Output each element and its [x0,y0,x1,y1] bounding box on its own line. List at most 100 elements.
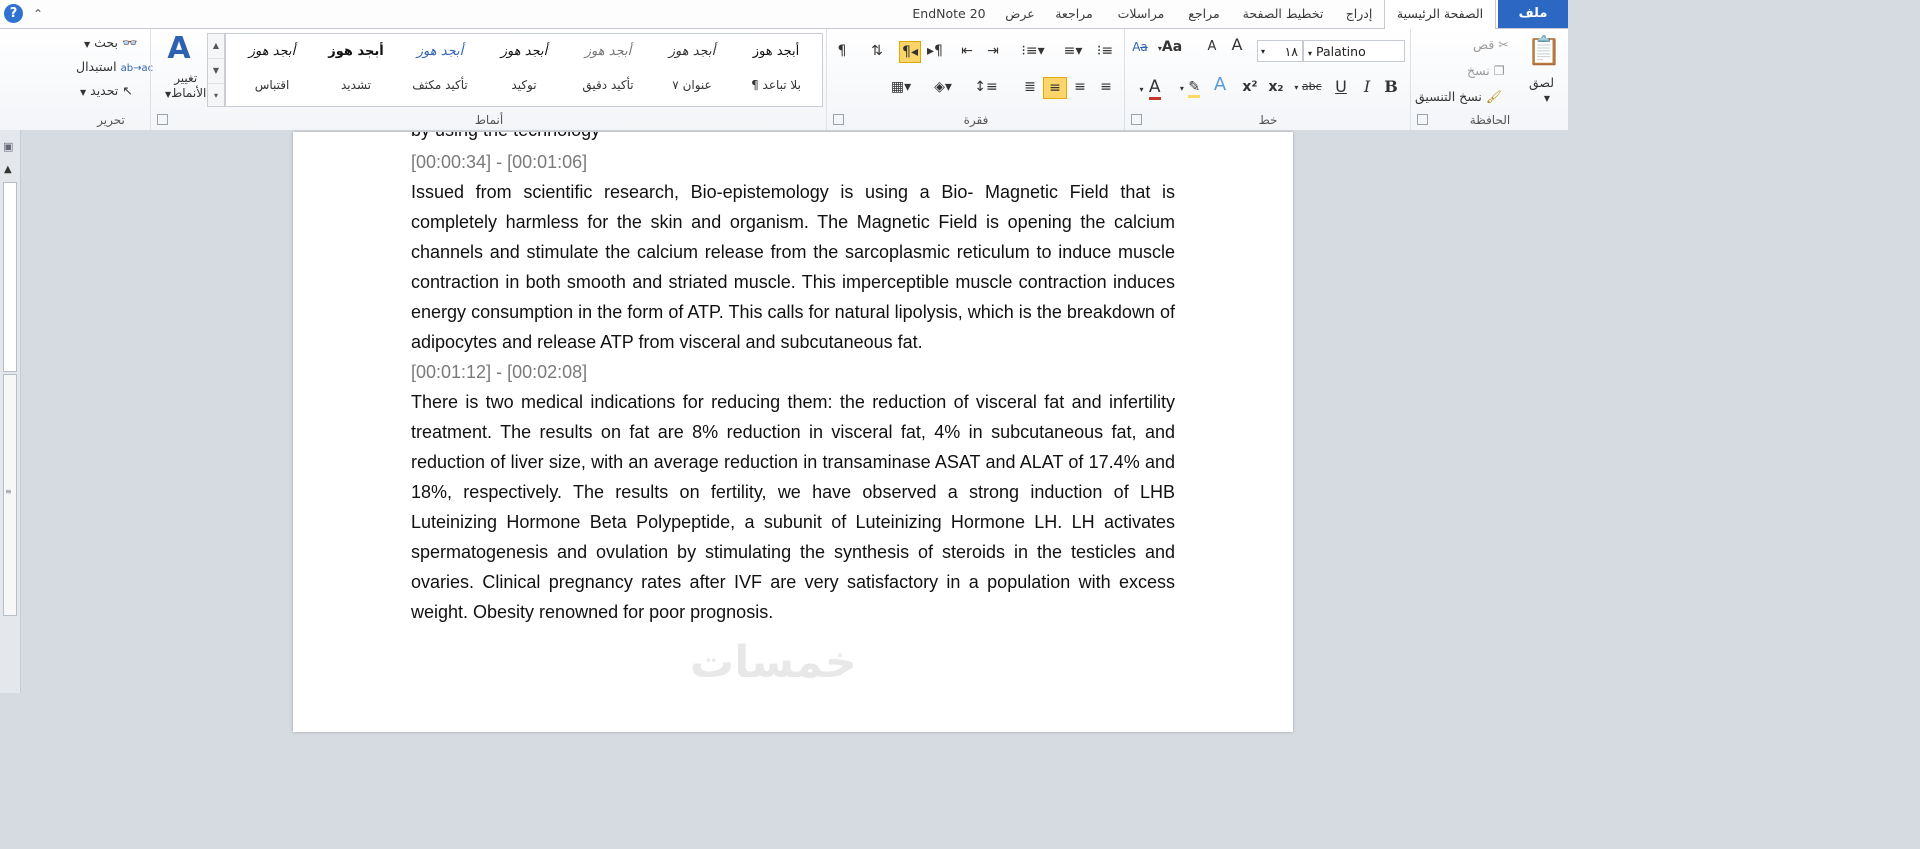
change-styles-icon[interactable]: A [159,31,199,67]
dropdown-arrow-icon: ▼ [84,40,91,49]
ruler-toggle-icon[interactable]: ▣ [3,140,13,153]
paragraph-dialog-launcher[interactable] [833,114,844,125]
font-group-label: خط [1258,113,1278,127]
change-case-button[interactable]: ▾Aa [1155,37,1185,59]
grow-font-icon[interactable]: A [1227,35,1247,55]
font-color-button[interactable]: ▾ A [1129,77,1171,100]
paste-dropdown-icon[interactable]: ▼ [1539,89,1555,109]
line-spacing-icon[interactable]: ↕≡ [971,77,1001,97]
subscript-icon[interactable]: x₂ [1265,77,1287,97]
borders-icon[interactable]: ▦▾ [889,77,913,97]
highlighter-icon: ✎ [1188,79,1201,98]
decrease-indent-icon[interactable]: ⇥ [983,41,1003,61]
sort-icon[interactable]: ⇅ [867,41,887,61]
select-button[interactable]: ▼ تحديد ↖ [80,81,133,103]
font-name-select[interactable]: ▾ Palatino [1303,40,1405,62]
styles-group-label: أنماط [474,113,504,127]
dropdown-arrow-icon: ▼ [80,88,87,97]
align-center-icon[interactable]: ≡ [1069,77,1091,97]
scissors-icon: ✂ [1498,37,1509,52]
highlight-button[interactable]: ▾ ✎ [1173,77,1207,99]
style-intense-emphasis[interactable]: أبجد هوز تأكيد مكثف [398,34,482,106]
paragraph-group-label: فقرة [963,113,989,127]
paragraph-1: Issued from scientific research, Bio-epi… [411,182,1175,352]
increase-indent-icon[interactable]: ⇤ [957,41,977,61]
style-emphasis[interactable]: أبجد هوز توكيد [482,34,566,106]
copy-icon: ❐ [1493,63,1505,78]
tab-insert[interactable]: إدراج [1338,0,1380,28]
tab-home[interactable]: الصفحة الرئيسية [1384,0,1496,29]
timestamp-1: [00:00:34] - [00:01:06] [411,152,588,172]
replace-icon: ab→ac [120,63,154,74]
superscript-icon[interactable]: x² [1239,77,1261,97]
tab-review[interactable]: مراجعة [1046,0,1102,28]
binoculars-icon: 👓 [121,35,138,50]
tab-endnote[interactable]: EndNote 20 [903,0,995,28]
ruler-top-margin [3,182,17,372]
strikethrough-button[interactable]: ▾ abc [1291,77,1325,98]
numbering-icon[interactable]: ≡▾ [1059,41,1087,61]
styles-gallery-scroll[interactable]: ▲ ▼ ▾ [207,33,225,107]
replace-button[interactable]: استبدال ab→ac [76,57,153,79]
change-styles-button[interactable]: تغيير ▼الأنماط [165,71,206,102]
shrink-font-icon[interactable]: A [1203,37,1221,57]
paragraph-2: There is two medical indications for red… [411,392,1175,622]
watermark-logo: خمسات [690,637,857,688]
style-heading-7[interactable]: أبجد هوز عنوان ٧ [650,34,734,106]
style-strong[interactable]: أبجد هوز تشديد [314,34,398,106]
show-marks-icon[interactable]: ¶ [833,41,851,61]
help-icon[interactable]: ? [4,4,23,23]
vertical-ruler[interactable]: ▣ ▲ ≡ [0,130,21,693]
find-button[interactable]: ▼ بحث 👓 [84,33,138,55]
tab-mailings[interactable]: مراسلات [1108,0,1174,28]
underline-icon[interactable]: U [1331,77,1351,97]
clipboard-group-label: الحافظة [1469,113,1511,127]
dropdown-arrow-icon: ▾ [1261,47,1266,56]
document-content[interactable]: by using the technology [00:00:34] - [00… [411,132,1175,627]
style-no-spacing[interactable]: أبجد هوز ¶ بلا تباعد [734,34,818,106]
dropdown-arrow-icon: ▾ [1179,84,1184,93]
font-group: Aa̶ ▾Aa A A ▾ ١٨ ▾ Palatino ▾ A ▾ ✎ A x²… [1124,29,1411,130]
align-left-icon[interactable]: ≡ [1095,77,1117,97]
font-dialog-launcher[interactable] [1131,114,1142,125]
editing-group-label: تحرير [97,113,125,127]
clear-formatting-icon[interactable]: Aa̶ [1129,37,1151,57]
paragraph-group: ¶ ⇅ ¶◂ ▸¶ ⇤ ⇥ ⁝≡▾ ≡▾ ⁝≡ ▦▾ ◈▾ ↕≡ ≣ ≡ ≡ ≡… [826,29,1125,130]
font-size-select[interactable]: ▾ ١٨ [1257,40,1303,62]
tab-view[interactable]: عرض [998,0,1042,28]
justify-icon[interactable]: ≣ [1019,77,1041,97]
dropdown-arrow-icon: ▾ [1294,83,1299,92]
gallery-down-icon[interactable]: ▼ [208,59,224,84]
editing-group: ▼ بحث 👓 استبدال ab→ac ▼ تحديد ↖ تحرير [72,29,153,130]
copy-button[interactable]: نسخ ❐ [1467,61,1505,81]
shading-icon[interactable]: ◈▾ [929,77,957,97]
gallery-up-icon[interactable]: ▲ [208,34,224,59]
format-painter-button[interactable]: نسخ التنسيق 🖌 [1415,87,1502,107]
style-quote[interactable]: أبجد هوز اقتباس [230,34,314,106]
tab-page-layout[interactable]: تخطيط الصفحة [1236,0,1330,28]
clipboard-dialog-launcher[interactable] [1417,114,1428,125]
text-effects-icon[interactable]: A [1209,75,1231,95]
minimize-ribbon-icon[interactable]: ⌃ [30,6,46,22]
multilevel-list-icon[interactable]: ⁝≡▾ [1017,41,1049,61]
gallery-more-icon[interactable]: ▾ [208,84,224,108]
bold-icon[interactable]: B [1381,77,1401,97]
scroll-up-icon[interactable]: ▲ [4,164,12,175]
dropdown-arrow-icon: ▾ [1308,49,1313,58]
tab-references[interactable]: مراجع [1180,0,1228,28]
clipboard-group: قص ✂ نسخ ❐ نسخ التنسيق 🖌 📋 لصق ▼ الحافظة [1410,29,1569,130]
style-subtle-emphasis[interactable]: أبجد هوز تأكيد دقيق [566,34,650,106]
dropdown-arrow-icon: ▾ [1139,85,1144,94]
styles-dialog-launcher[interactable] [157,114,168,125]
ltr-direction-icon[interactable]: ▸¶ [925,41,945,61]
ruler-scroll-thumb[interactable]: ≡ [3,374,17,616]
partial-line: by using the technology [411,132,1175,147]
rtl-direction-icon[interactable]: ¶◂ [899,41,921,63]
bullets-icon[interactable]: ⁝≡ [1093,41,1117,61]
align-right-icon[interactable]: ≡ [1043,77,1067,99]
paste-icon[interactable]: 📋 [1525,33,1563,69]
italic-icon[interactable]: I [1357,77,1377,97]
tab-file[interactable]: ملف [1498,0,1568,28]
cut-button[interactable]: قص ✂ [1473,35,1509,55]
ribbon-tabs: ? ⌃ EndNote 20 عرض مراجعة مراسلات مراجع … [0,0,1568,29]
